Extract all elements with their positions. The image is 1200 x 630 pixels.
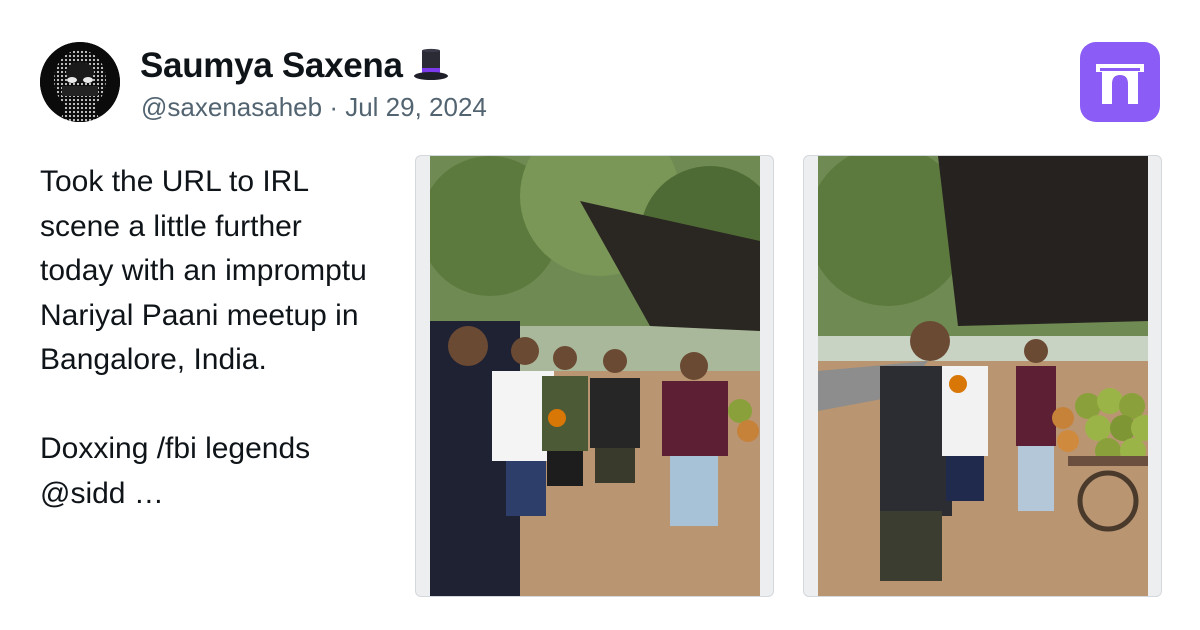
tweet-text: Took the URL to IRL scene a little furth… xyxy=(40,165,367,510)
author-name[interactable]: Saumya Saxena xyxy=(140,46,449,86)
author-name-text: Saumya Saxena xyxy=(140,46,403,85)
avatar-image xyxy=(40,42,120,122)
photo-coconut-stall xyxy=(818,156,1148,596)
gateway-arch-icon xyxy=(1096,64,1144,104)
avatar[interactable] xyxy=(40,42,120,122)
tweet-meta: @saxenasaheb · Jul 29, 2024 xyxy=(141,92,487,123)
tweet-photo-2[interactable] xyxy=(803,155,1162,597)
author-handle[interactable]: @saxenasaheb xyxy=(141,92,322,122)
meta-separator: · xyxy=(329,92,338,122)
tophat-icon xyxy=(413,48,448,80)
app-logo xyxy=(1080,42,1160,122)
tweet-date[interactable]: Jul 29, 2024 xyxy=(345,92,487,122)
photo-meetup-group xyxy=(430,156,760,596)
tweet-photo-1[interactable] xyxy=(415,155,774,597)
